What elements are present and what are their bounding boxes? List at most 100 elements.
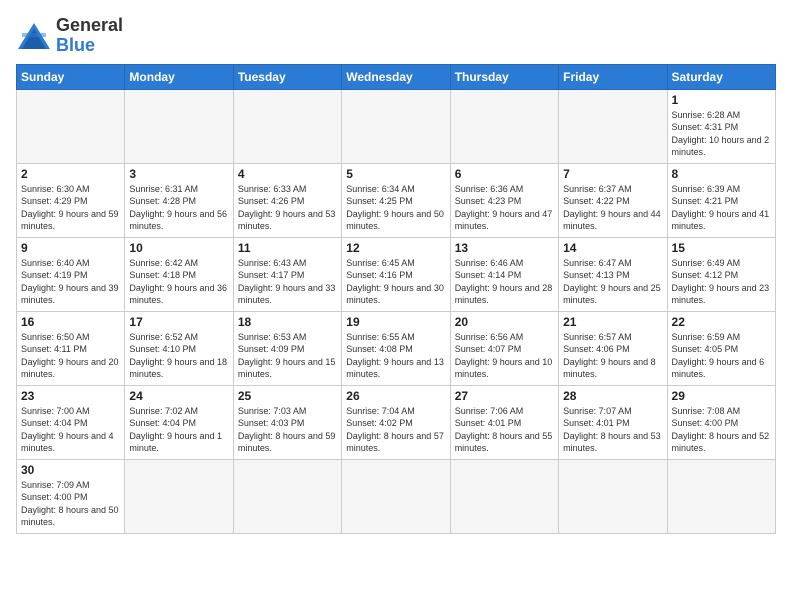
logo-text: GeneralBlue	[56, 16, 123, 56]
day-info: Sunrise: 6:53 AM Sunset: 4:09 PM Dayligh…	[238, 331, 337, 381]
day-number: 16	[21, 315, 120, 329]
weekday-header: Wednesday	[342, 64, 450, 89]
day-number: 20	[455, 315, 554, 329]
day-number: 21	[563, 315, 662, 329]
day-number: 29	[672, 389, 771, 403]
calendar-cell: 29 Sunrise: 7:08 AM Sunset: 4:00 PM Dayli…	[667, 385, 775, 459]
calendar-cell: 17 Sunrise: 6:52 AM Sunset: 4:10 PM Dayli…	[125, 311, 233, 385]
day-info: Sunrise: 6:52 AM Sunset: 4:10 PM Dayligh…	[129, 331, 228, 381]
day-number: 17	[129, 315, 228, 329]
day-number: 1	[672, 93, 771, 107]
weekday-header: Sunday	[17, 64, 125, 89]
calendar-cell	[233, 459, 341, 533]
calendar-cell: 12 Sunrise: 6:45 AM Sunset: 4:16 PM Dayli…	[342, 237, 450, 311]
day-info: Sunrise: 6:40 AM Sunset: 4:19 PM Dayligh…	[21, 257, 120, 307]
day-number: 8	[672, 167, 771, 181]
day-info: Sunrise: 6:55 AM Sunset: 4:08 PM Dayligh…	[346, 331, 445, 381]
calendar-cell	[233, 89, 341, 163]
day-number: 9	[21, 241, 120, 255]
day-info: Sunrise: 6:36 AM Sunset: 4:23 PM Dayligh…	[455, 183, 554, 233]
weekday-header: Thursday	[450, 64, 558, 89]
day-info: Sunrise: 6:49 AM Sunset: 4:12 PM Dayligh…	[672, 257, 771, 307]
day-number: 25	[238, 389, 337, 403]
day-info: Sunrise: 7:00 AM Sunset: 4:04 PM Dayligh…	[21, 405, 120, 455]
day-info: Sunrise: 7:09 AM Sunset: 4:00 PM Dayligh…	[21, 479, 120, 529]
calendar-cell: 16 Sunrise: 6:50 AM Sunset: 4:11 PM Dayli…	[17, 311, 125, 385]
day-number: 24	[129, 389, 228, 403]
day-number: 5	[346, 167, 445, 181]
day-info: Sunrise: 6:30 AM Sunset: 4:29 PM Dayligh…	[21, 183, 120, 233]
day-info: Sunrise: 6:34 AM Sunset: 4:25 PM Dayligh…	[346, 183, 445, 233]
day-number: 3	[129, 167, 228, 181]
weekday-header: Friday	[559, 64, 667, 89]
day-number: 15	[672, 241, 771, 255]
weekday-header: Monday	[125, 64, 233, 89]
day-info: Sunrise: 7:04 AM Sunset: 4:02 PM Dayligh…	[346, 405, 445, 455]
day-number: 26	[346, 389, 445, 403]
day-number: 2	[21, 167, 120, 181]
day-info: Sunrise: 6:42 AM Sunset: 4:18 PM Dayligh…	[129, 257, 228, 307]
calendar-cell: 23 Sunrise: 7:00 AM Sunset: 4:04 PM Dayli…	[17, 385, 125, 459]
calendar-cell	[559, 459, 667, 533]
calendar-cell	[559, 89, 667, 163]
day-number: 22	[672, 315, 771, 329]
day-info: Sunrise: 7:06 AM Sunset: 4:01 PM Dayligh…	[455, 405, 554, 455]
calendar-cell: 22 Sunrise: 6:59 AM Sunset: 4:05 PM Dayli…	[667, 311, 775, 385]
day-number: 4	[238, 167, 337, 181]
day-info: Sunrise: 6:46 AM Sunset: 4:14 PM Dayligh…	[455, 257, 554, 307]
day-info: Sunrise: 6:43 AM Sunset: 4:17 PM Dayligh…	[238, 257, 337, 307]
day-number: 27	[455, 389, 554, 403]
calendar-cell: 10 Sunrise: 6:42 AM Sunset: 4:18 PM Dayli…	[125, 237, 233, 311]
calendar-cell: 4 Sunrise: 6:33 AM Sunset: 4:26 PM Daylig…	[233, 163, 341, 237]
calendar-cell	[450, 89, 558, 163]
day-info: Sunrise: 6:56 AM Sunset: 4:07 PM Dayligh…	[455, 331, 554, 381]
calendar-cell: 30 Sunrise: 7:09 AM Sunset: 4:00 PM Dayli…	[17, 459, 125, 533]
day-info: Sunrise: 6:31 AM Sunset: 4:28 PM Dayligh…	[129, 183, 228, 233]
calendar-cell: 3 Sunrise: 6:31 AM Sunset: 4:28 PM Daylig…	[125, 163, 233, 237]
day-number: 14	[563, 241, 662, 255]
day-info: Sunrise: 6:57 AM Sunset: 4:06 PM Dayligh…	[563, 331, 662, 381]
day-number: 23	[21, 389, 120, 403]
day-number: 10	[129, 241, 228, 255]
logo: GeneralBlue	[16, 16, 123, 56]
day-info: Sunrise: 6:45 AM Sunset: 4:16 PM Dayligh…	[346, 257, 445, 307]
calendar-cell: 18 Sunrise: 6:53 AM Sunset: 4:09 PM Dayli…	[233, 311, 341, 385]
day-info: Sunrise: 6:50 AM Sunset: 4:11 PM Dayligh…	[21, 331, 120, 381]
calendar-cell: 11Sunrise: 6:43 AM Sunset: 4:17 PM Dayli…	[233, 237, 341, 311]
calendar-cell	[667, 459, 775, 533]
calendar-cell	[125, 89, 233, 163]
day-info: Sunrise: 7:03 AM Sunset: 4:03 PM Dayligh…	[238, 405, 337, 455]
calendar-cell	[17, 89, 125, 163]
calendar-cell: 24 Sunrise: 7:02 AM Sunset: 4:04 PM Dayli…	[125, 385, 233, 459]
day-number: 18	[238, 315, 337, 329]
day-info: Sunrise: 6:39 AM Sunset: 4:21 PM Dayligh…	[672, 183, 771, 233]
calendar-cell	[342, 459, 450, 533]
day-number: 12	[346, 241, 445, 255]
day-info: Sunrise: 6:28 AM Sunset: 4:31 PM Dayligh…	[672, 109, 771, 159]
calendar-cell	[342, 89, 450, 163]
calendar-week-row: 1 Sunrise: 6:28 AM Sunset: 4:31 PM Daylig…	[17, 89, 776, 163]
day-number: 19	[346, 315, 445, 329]
calendar-week-row: 2 Sunrise: 6:30 AM Sunset: 4:29 PM Daylig…	[17, 163, 776, 237]
day-info: Sunrise: 6:59 AM Sunset: 4:05 PM Dayligh…	[672, 331, 771, 381]
calendar-cell: 9 Sunrise: 6:40 AM Sunset: 4:19 PM Daylig…	[17, 237, 125, 311]
day-number: 7	[563, 167, 662, 181]
day-number: 28	[563, 389, 662, 403]
calendar-cell: 2 Sunrise: 6:30 AM Sunset: 4:29 PM Daylig…	[17, 163, 125, 237]
day-info: Sunrise: 6:37 AM Sunset: 4:22 PM Dayligh…	[563, 183, 662, 233]
calendar-cell: 7 Sunrise: 6:37 AM Sunset: 4:22 PM Daylig…	[559, 163, 667, 237]
calendar-cell: 13Sunrise: 6:46 AM Sunset: 4:14 PM Dayli…	[450, 237, 558, 311]
day-info: Sunrise: 7:02 AM Sunset: 4:04 PM Dayligh…	[129, 405, 228, 455]
calendar-cell: 8 Sunrise: 6:39 AM Sunset: 4:21 PM Daylig…	[667, 163, 775, 237]
day-info: Sunrise: 7:07 AM Sunset: 4:01 PM Dayligh…	[563, 405, 662, 455]
day-info: Sunrise: 6:33 AM Sunset: 4:26 PM Dayligh…	[238, 183, 337, 233]
calendar-cell: 5 Sunrise: 6:34 AM Sunset: 4:25 PM Daylig…	[342, 163, 450, 237]
calendar-cell: 6 Sunrise: 6:36 AM Sunset: 4:23 PM Daylig…	[450, 163, 558, 237]
day-number: 30	[21, 463, 120, 477]
calendar-cell: 26 Sunrise: 7:04 AM Sunset: 4:02 PM Dayli…	[342, 385, 450, 459]
logo-icon	[16, 21, 52, 51]
day-info: Sunrise: 7:08 AM Sunset: 4:00 PM Dayligh…	[672, 405, 771, 455]
weekday-header: Tuesday	[233, 64, 341, 89]
calendar: SundayMondayTuesdayWednesdayThursdayFrid…	[16, 64, 776, 534]
day-number: 6	[455, 167, 554, 181]
